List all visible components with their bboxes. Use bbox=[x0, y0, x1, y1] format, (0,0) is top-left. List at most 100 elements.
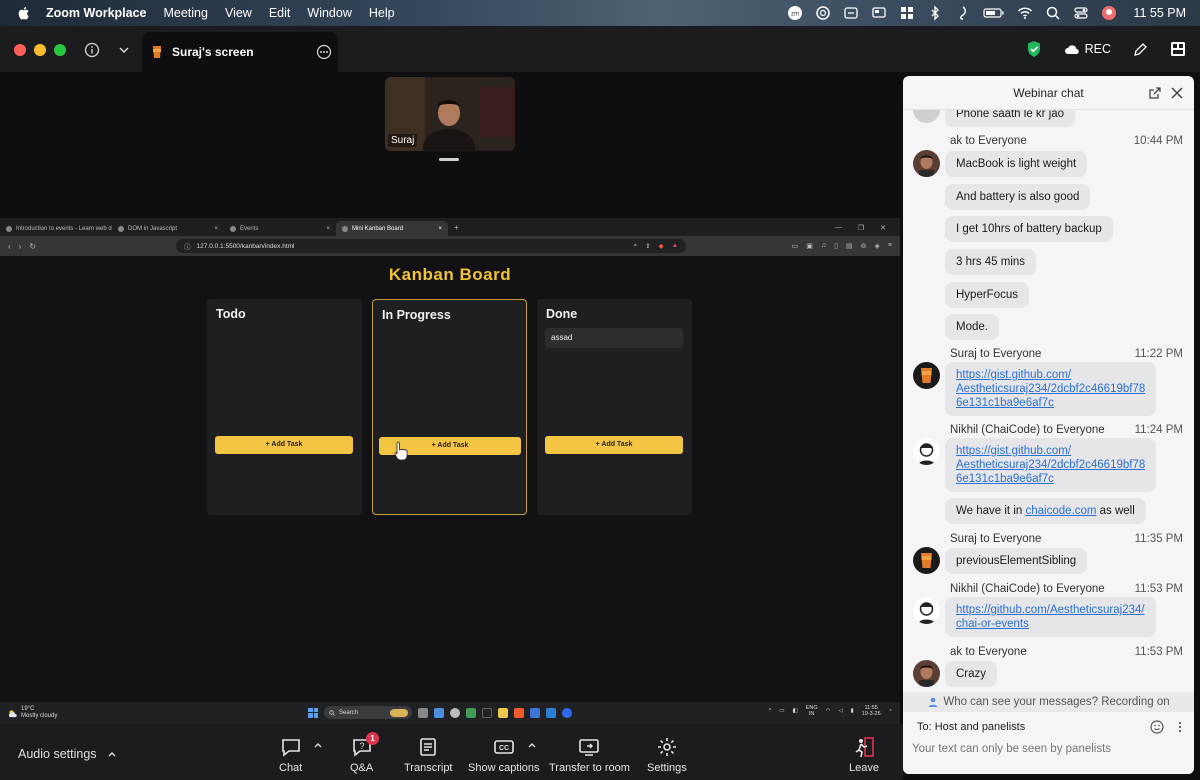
brave-rewards-icon[interactable]: ▲ bbox=[672, 242, 678, 250]
language-indicator[interactable]: ENG IN bbox=[806, 705, 818, 717]
browser-restore-icon[interactable]: ❐ bbox=[858, 224, 864, 232]
menu-app-name[interactable]: Zoom Workplace bbox=[46, 6, 146, 20]
chat-inline-link[interactable]: chaicode.com bbox=[1025, 505, 1096, 517]
browser-url-field[interactable]: ⓘ 127.0.0.1:5500/kanban/index.html ⌕ ⇪ ◆ ▲ bbox=[176, 239, 687, 253]
tray-icon-1[interactable]: ▭ bbox=[779, 708, 784, 714]
menu-meeting[interactable]: Meeting bbox=[163, 6, 207, 20]
kanban-column-done[interactable]: Done assad + Add Task bbox=[537, 299, 692, 515]
taskbar-clock[interactable]: 11:55 19-3-26 bbox=[862, 705, 881, 717]
site-info-icon[interactable]: ⓘ bbox=[184, 241, 191, 251]
spotlight-search-icon[interactable] bbox=[1045, 5, 1061, 21]
display-icon[interactable] bbox=[871, 5, 887, 21]
tray-icon-2[interactable]: ◧ bbox=[793, 708, 798, 714]
share-icon[interactable]: ⇪ bbox=[645, 242, 650, 250]
ext-icon-7[interactable]: ◈ bbox=[875, 242, 880, 250]
sync-icon[interactable] bbox=[955, 5, 971, 21]
browser-tab-3[interactable]: Events × bbox=[224, 221, 336, 236]
chat-message-list[interactable]: Phone saath le kr jao ak to Everyone 10:… bbox=[903, 110, 1194, 692]
app-icon-green[interactable] bbox=[466, 707, 476, 718]
ext-icon-6[interactable]: ⊚ bbox=[861, 242, 867, 250]
chat-link-message[interactable]: https://gist.github.com/ Aestheticsuraj2… bbox=[945, 438, 1157, 492]
browser-menu-icon[interactable]: ≡ bbox=[888, 242, 892, 250]
thumbnail-drag-handle[interactable] bbox=[439, 158, 459, 161]
brave-shield-icon[interactable]: ◆ bbox=[659, 242, 664, 250]
browser-new-tab-button[interactable]: + bbox=[454, 223, 459, 232]
browser-minimize-icon[interactable]: — bbox=[835, 224, 842, 232]
weather-widget[interactable]: 19°C Mostly cloudy bbox=[0, 706, 57, 720]
add-task-button[interactable]: + Add Task bbox=[215, 436, 353, 454]
window-minimize-button[interactable] bbox=[34, 44, 46, 56]
security-shield-icon[interactable] bbox=[1026, 40, 1042, 58]
widgets-icon[interactable] bbox=[434, 707, 444, 718]
zoom-status-icon[interactable]: zm bbox=[787, 5, 803, 21]
leave-button[interactable]: Leave bbox=[849, 736, 879, 774]
vscode-icon[interactable] bbox=[546, 707, 556, 718]
chat-link-message[interactable]: https://gist.github.com/ Aestheticsuraj2… bbox=[945, 362, 1157, 416]
browser-forward-icon[interactable]: › bbox=[19, 242, 22, 251]
tray-wifi-icon[interactable]: ◠ bbox=[826, 708, 831, 714]
tray-volume-icon[interactable]: ◁ bbox=[838, 708, 842, 714]
emoji-icon[interactable] bbox=[1150, 720, 1164, 734]
zoom-app-icon[interactable] bbox=[562, 707, 572, 718]
record-button[interactable]: REC bbox=[1064, 42, 1111, 56]
window-close-button[interactable] bbox=[14, 44, 26, 56]
window-grid-icon[interactable] bbox=[899, 5, 915, 21]
browser-tab-4-active[interactable]: Mini Kanban Board × bbox=[336, 221, 448, 236]
menu-edit[interactable]: Edit bbox=[269, 6, 291, 20]
more-options-icon[interactable] bbox=[316, 44, 332, 60]
task-view-icon[interactable] bbox=[418, 707, 428, 718]
ext-icon-3[interactable]: ♫ bbox=[821, 242, 826, 250]
ext-icon-5[interactable]: ▤ bbox=[846, 242, 853, 250]
control-center-icon[interactable] bbox=[1073, 5, 1089, 21]
kanban-column-in-progress[interactable]: In Progress + Add Task bbox=[372, 299, 527, 515]
screen-share-tab[interactable]: Suraj's screen bbox=[142, 32, 338, 72]
tray-battery-icon[interactable]: ▮ bbox=[851, 708, 854, 714]
tray-chevron-icon[interactable]: ^ bbox=[769, 708, 772, 714]
menu-window[interactable]: Window bbox=[307, 6, 351, 20]
windows-start-icon[interactable] bbox=[308, 707, 318, 718]
user-avatar-icon[interactable] bbox=[1101, 5, 1117, 21]
close-icon[interactable] bbox=[1170, 86, 1184, 100]
mail-icon[interactable] bbox=[530, 707, 540, 718]
more-vertical-icon[interactable] bbox=[1178, 721, 1182, 733]
transcript-button[interactable]: Transcript bbox=[404, 736, 453, 774]
chat-recipient-selector[interactable]: To: Host and panelists bbox=[917, 721, 1025, 733]
browser-close-icon[interactable]: ✕ bbox=[880, 224, 886, 232]
chat-options-chevron-icon[interactable] bbox=[313, 741, 323, 749]
ext-icon-1[interactable]: ▭ bbox=[792, 242, 799, 250]
browser-tab-1[interactable]: Introduction to events - Learn web d× bbox=[0, 221, 112, 236]
chat-message-input[interactable] bbox=[912, 740, 1182, 758]
captions-options-chevron-icon[interactable] bbox=[527, 741, 537, 749]
menu-view[interactable]: View bbox=[225, 6, 252, 20]
settings-button[interactable]: Settings bbox=[647, 736, 687, 774]
apple-logo-icon[interactable] bbox=[16, 5, 32, 21]
terminal-icon[interactable] bbox=[482, 707, 492, 718]
zoom-icon[interactable]: ⌕ bbox=[634, 242, 638, 250]
chevron-up-icon[interactable] bbox=[107, 750, 117, 758]
chevron-down-icon[interactable] bbox=[118, 45, 130, 55]
taskbar-search[interactable]: Search bbox=[324, 706, 412, 719]
annotate-pen-icon[interactable] bbox=[1133, 42, 1148, 57]
qa-button[interactable]: ? 1 Q&A bbox=[350, 732, 379, 774]
accessibility-icon[interactable] bbox=[843, 5, 859, 21]
copilot-icon[interactable] bbox=[450, 707, 460, 718]
browser-back-icon[interactable]: ‹ bbox=[8, 242, 11, 251]
window-zoom-button[interactable] bbox=[54, 44, 66, 56]
meeting-info-icon[interactable] bbox=[84, 42, 100, 58]
view-layout-icon[interactable] bbox=[1170, 41, 1186, 57]
chat-link-message[interactable]: https://github.com/Aestheticsuraj234/ ch… bbox=[945, 597, 1156, 637]
wifi-icon[interactable] bbox=[1017, 5, 1033, 21]
chatgpt-icon[interactable] bbox=[815, 5, 831, 21]
popout-icon[interactable] bbox=[1148, 86, 1162, 100]
task-card[interactable]: assad bbox=[545, 328, 683, 348]
kanban-column-todo[interactable]: Todo + Add Task bbox=[207, 299, 362, 515]
browser-reload-icon[interactable]: ↻ bbox=[29, 242, 36, 251]
chat-button[interactable]: Chat bbox=[279, 736, 302, 774]
add-task-button[interactable]: + Add Task bbox=[545, 436, 683, 454]
ext-icon-2[interactable]: ▣ bbox=[806, 242, 813, 250]
bluetooth-icon[interactable] bbox=[927, 5, 943, 21]
file-explorer-icon[interactable] bbox=[498, 707, 508, 718]
transfer-to-room-button[interactable]: Transfer to room bbox=[549, 736, 630, 774]
browser-tab-2[interactable]: DOM in Javascript × bbox=[112, 221, 224, 236]
menubar-clock[interactable]: 11 55 PM bbox=[1133, 6, 1186, 20]
